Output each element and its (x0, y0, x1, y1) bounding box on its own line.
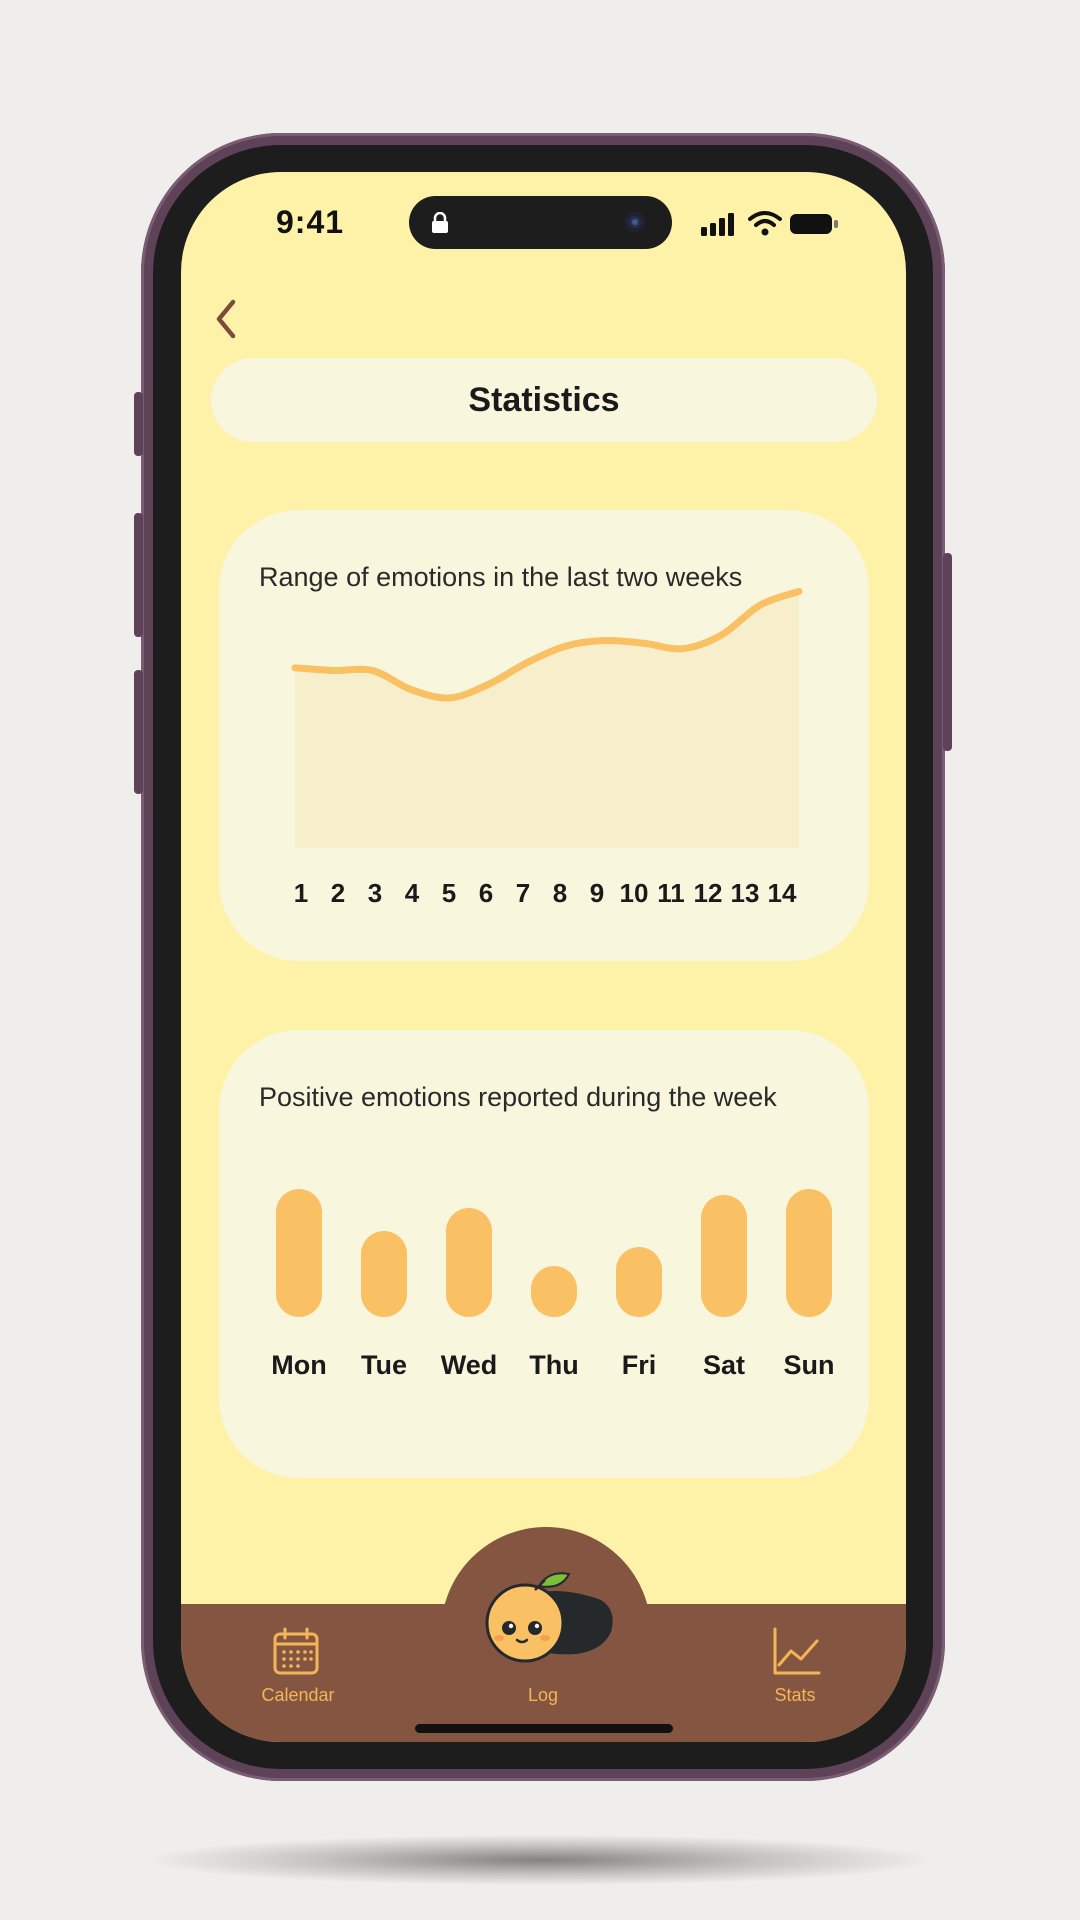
mascot-icon (485, 1572, 613, 1663)
dynamic-island (409, 196, 672, 249)
power-button (943, 553, 952, 751)
bar-thu (531, 1265, 577, 1317)
bar-sat (701, 1195, 747, 1317)
nav-label-stats: Stats (774, 1685, 816, 1705)
x-tick-label: 12 (693, 878, 723, 908)
lock-icon (432, 212, 448, 233)
bar-sun (786, 1189, 832, 1317)
status-time: 9:41 (276, 204, 345, 240)
positive-emotions-title: Positive emotions reported during the we… (259, 1082, 777, 1112)
back-button[interactable] (209, 294, 249, 344)
day-label-sun: Sun (783, 1350, 835, 1380)
positive-emotions-card: Positive emotions reported during the we… (219, 1030, 869, 1478)
bar-wed (446, 1208, 492, 1317)
x-tick-label: 8 (552, 878, 568, 908)
day-label-wed: Wed (440, 1350, 498, 1380)
volume-up-button (134, 513, 143, 637)
day-label-tue: Tue (361, 1350, 407, 1380)
battery-icon (790, 214, 838, 234)
emotion-range-chart (291, 587, 803, 848)
bar-mon (276, 1189, 322, 1317)
nav-item-calendar[interactable]: Calendar (241, 1627, 351, 1717)
x-tick-label: 4 (404, 878, 420, 908)
nav-label-log: Log (527, 1685, 559, 1705)
camera-icon (625, 212, 645, 232)
chevron-left-icon (216, 299, 236, 339)
x-tick-label: 1 (293, 878, 309, 908)
day-label-fri: Fri (621, 1350, 657, 1380)
calendar-icon (273, 1627, 319, 1675)
home-indicator[interactable] (415, 1724, 673, 1733)
x-tick-label: 11 (657, 878, 685, 908)
device-shadow (150, 1835, 930, 1885)
x-tick-label: 13 (730, 878, 760, 908)
x-tick-label: 10 (619, 878, 649, 908)
nav-label-calendar: Calendar (261, 1685, 335, 1705)
app-screen: 9:41 Statistics Range of emotions in the… (181, 172, 906, 1742)
x-tick-label: 9 (589, 878, 605, 908)
day-label-sat: Sat (702, 1350, 746, 1380)
title-bar: Statistics (211, 358, 877, 442)
emotion-range-card: Range of emotions in the last two weeks … (219, 510, 869, 961)
page-title: Statistics (468, 380, 620, 419)
x-tick-label: 2 (330, 878, 346, 908)
day-label-thu: Thu (529, 1350, 579, 1380)
chart-icon (773, 1627, 821, 1675)
bar-fri (616, 1246, 662, 1317)
day-label-mon: Mon (271, 1350, 327, 1380)
x-tick-label: 7 (515, 878, 531, 908)
bar-tue (361, 1231, 407, 1317)
signal-icon (701, 213, 734, 236)
x-tick-label: 5 (441, 878, 457, 908)
x-tick-label: 6 (478, 878, 494, 908)
x-tick-label: 14 (767, 878, 797, 908)
volume-down-button (134, 670, 143, 794)
x-tick-label: 3 (367, 878, 383, 908)
nav-item-stats[interactable]: Stats (741, 1627, 851, 1717)
nav-item-log[interactable]: Log (461, 1550, 631, 1720)
wifi-icon (748, 211, 782, 236)
mute-switch (134, 392, 143, 456)
